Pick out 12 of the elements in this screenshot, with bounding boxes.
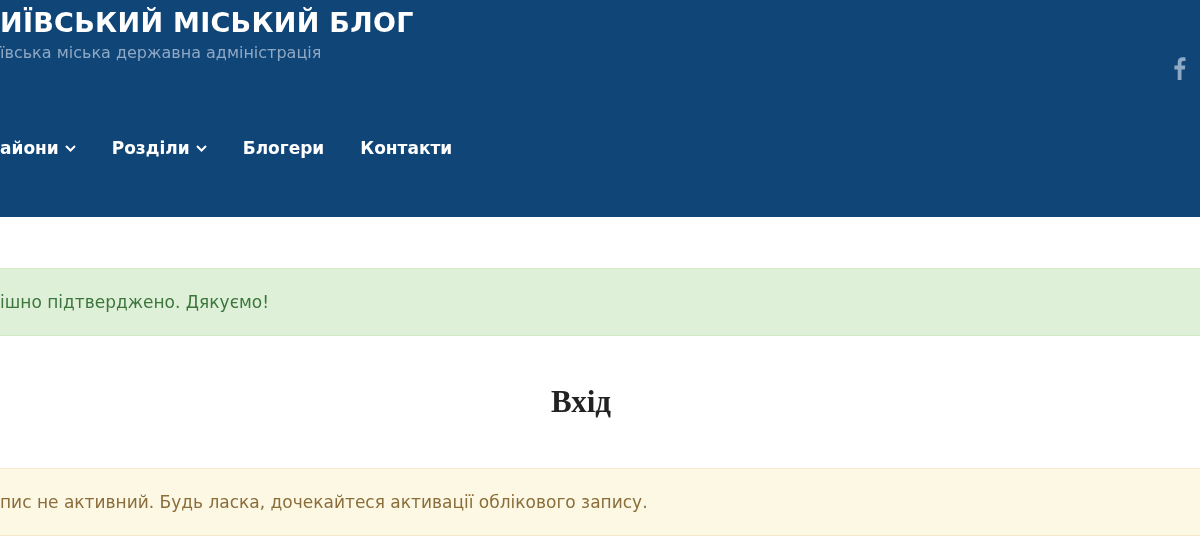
nav-link[interactable]: Розділи	[111, 138, 207, 158]
site-title[interactable]: ИЇВСЬКИЙ МІСЬКИЙ БЛОГ	[0, 7, 414, 38]
nav-link[interactable]: айони	[0, 138, 76, 158]
nav-link[interactable]: Блогери	[242, 138, 325, 158]
site-tagline: ївська міська державна адміністрація	[0, 43, 322, 62]
facebook-icon[interactable]	[1173, 56, 1186, 80]
chevron-down-icon	[195, 144, 207, 152]
page-heading: Вхід	[550, 384, 612, 420]
chevron-down-icon	[64, 144, 76, 152]
warning-notice: пис не активний. Будь ласка, дочекайтеся активації облікового запису.	[0, 468, 1200, 536]
nav-link[interactable]: Контакти	[360, 138, 453, 158]
success-notice: ішно підтверджено. Дякуємо!	[0, 268, 1200, 336]
